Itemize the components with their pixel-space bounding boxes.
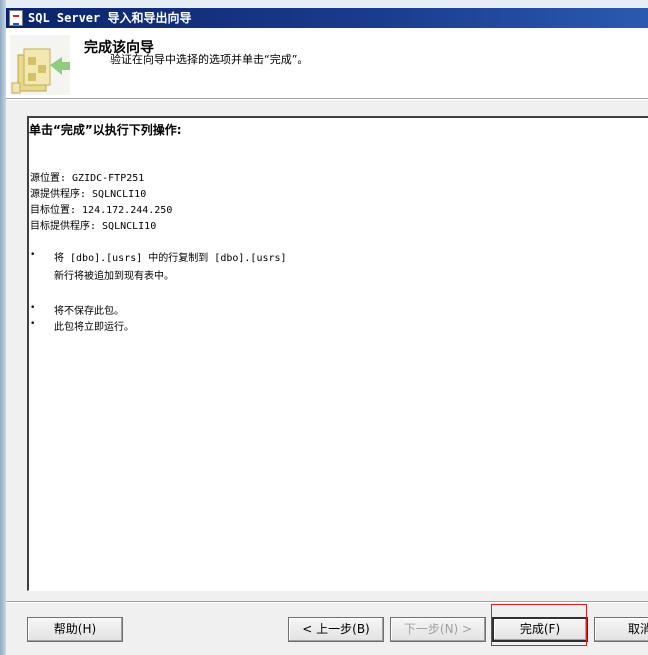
page-subtitle: 验证在向导中选择的选项并单击“完成”。 bbox=[110, 53, 309, 66]
target-provider: 目标提供程序: SQLNCLI10 bbox=[30, 221, 157, 232]
summary-text-box[interactable]: 单击“完成”以执行下列操作: 源位置: GZIDC-FTP251 源提供程序: … bbox=[27, 116, 648, 591]
summary-heading: 单击“完成”以执行下列操作: bbox=[29, 123, 182, 137]
wizard-header: 完成该向导 验证在向导中选择的选项并单击“完成”。 bbox=[6, 28, 648, 98]
bullet-text-run-now: 此包将立即运行。 bbox=[54, 322, 134, 333]
source-provider: 源提供程序: SQLNCLI10 bbox=[30, 189, 147, 200]
help-button[interactable]: 帮助(H) bbox=[27, 617, 123, 642]
bullet-mark: • bbox=[30, 319, 36, 329]
window-title: SQL Server 导入和导出向导 bbox=[28, 11, 192, 25]
bullet-text-not-saved: 将不保存此包。 bbox=[54, 306, 124, 317]
cancel-button[interactable]: 取消 bbox=[594, 617, 648, 642]
back-button[interactable]: < 上一步(B) bbox=[288, 617, 384, 642]
source-location: 源位置: GZIDC-FTP251 bbox=[30, 173, 145, 184]
desktop-strip bbox=[0, 0, 648, 8]
title-bar[interactable]: SQL Server 导入和导出向导 bbox=[6, 8, 648, 28]
bullet-text-copy-rows: 将 [dbo].[usrs] 中的行复制到 [dbo].[usrs] bbox=[54, 253, 287, 264]
bullet-mark: • bbox=[30, 250, 36, 260]
wizard-folder-arrow-icon bbox=[10, 35, 70, 95]
bullet-mark: • bbox=[30, 303, 36, 313]
content-area: 单击“完成”以执行下列操作: 源位置: GZIDC-FTP251 源提供程序: … bbox=[6, 100, 648, 600]
finish-highlight-annotation bbox=[491, 604, 587, 646]
bullet-detail-append: 新行将被追加到现有表中。 bbox=[54, 271, 174, 282]
wizard-window: SQL Server 导入和导出向导 完成该向导 验证在向导中选择的选项并单击“… bbox=[0, 0, 648, 655]
target-location: 目标位置: 124.172.244.250 bbox=[30, 205, 173, 216]
sql-server-app-icon bbox=[9, 10, 23, 26]
next-button[interactable]: 下一步(N) > bbox=[390, 617, 486, 642]
